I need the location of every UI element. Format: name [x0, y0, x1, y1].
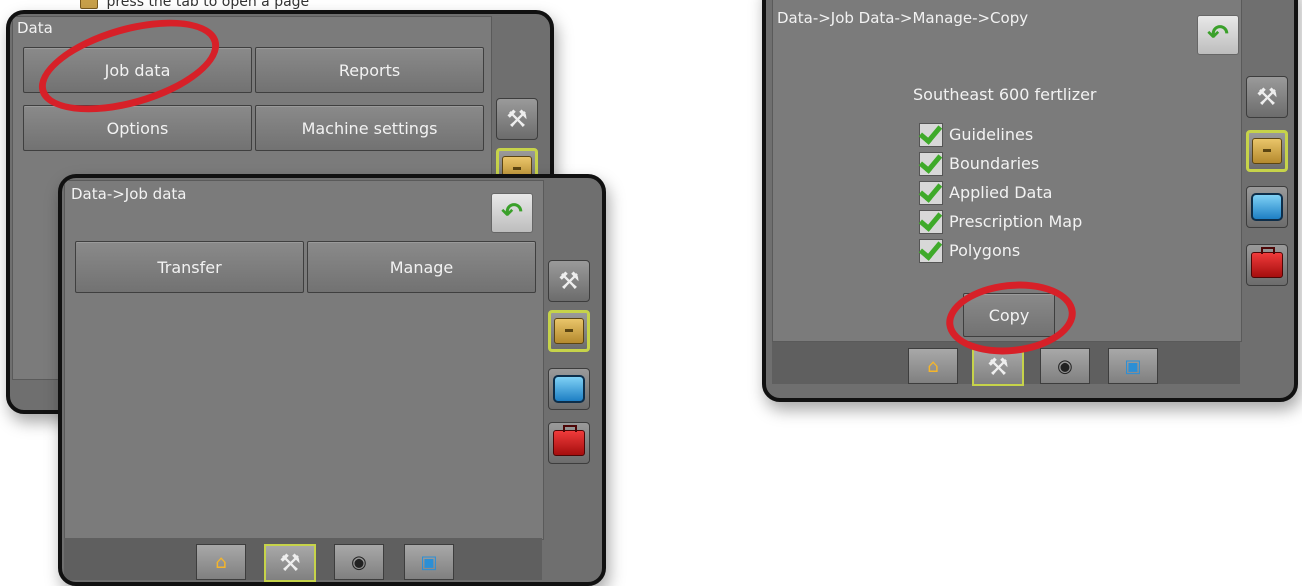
tools-icon: ⚒: [279, 549, 301, 577]
home-icon: ⌂: [927, 355, 939, 377]
console-icon: [553, 375, 585, 403]
tools-icon: ⚒: [558, 267, 580, 295]
checkbox-label: Guidelines: [949, 125, 1034, 144]
console-icon: [1251, 193, 1283, 221]
transfer-button[interactable]: Transfer: [75, 241, 304, 293]
gps-tab[interactable]: ◉: [1040, 348, 1090, 384]
tools-icon: ⚒: [506, 105, 528, 133]
manage-button[interactable]: Manage: [307, 241, 536, 293]
back-arrow-icon: ↶: [501, 198, 523, 228]
job-name: Southeast 600 fertlizer: [913, 85, 1097, 104]
reports-button[interactable]: Reports: [255, 47, 484, 93]
checkbox-boundaries[interactable]: Boundaries: [919, 149, 1082, 178]
network-icon: ▣: [1124, 355, 1142, 377]
checkmark-icon: [919, 180, 943, 205]
data-folder-icon: [554, 318, 584, 344]
toolbox-icon: [1251, 247, 1283, 278]
tools-icon: ⚒: [987, 353, 1009, 381]
job-data-panel: Data->Job data ↶ Transfer Manage: [64, 180, 544, 540]
checkbox-label: Prescription Map: [949, 212, 1083, 231]
checkbox-prescription-map[interactable]: Prescription Map: [919, 207, 1082, 236]
checkbox-polygons[interactable]: Polygons: [919, 236, 1082, 265]
checkbox-label: Polygons: [949, 241, 1021, 260]
console-tab[interactable]: [548, 368, 590, 410]
copy-item-list: Guidelines Boundaries Applied Data Presc…: [919, 120, 1082, 265]
toolbox-tab[interactable]: [1246, 244, 1288, 286]
page-title: Data: [17, 19, 53, 37]
tools-tab[interactable]: ⚒: [1246, 76, 1288, 118]
toolbox-tab[interactable]: [548, 422, 590, 464]
checkbox-label: Boundaries: [949, 154, 1040, 173]
gps-tab[interactable]: ◉: [334, 544, 384, 580]
home-icon: ⌂: [215, 551, 227, 573]
checkbox-label: Applied Data: [949, 183, 1053, 202]
back-arrow-icon: ↶: [1207, 20, 1229, 50]
page-title: Data->Job data: [71, 185, 187, 203]
gps-icon: ◉: [1057, 355, 1073, 377]
screen-copy: Data->Job Data->Manage->Copy ↶ Southeast…: [762, 0, 1298, 402]
checkmark-icon: [919, 122, 943, 147]
page-title: Data->Job Data->Manage->Copy: [777, 9, 1029, 27]
network-icon: ▣: [420, 551, 438, 573]
tools-tab[interactable]: ⚒: [496, 98, 538, 140]
caption-text: press the tab to open a page: [106, 0, 310, 10]
checkbox-guidelines[interactable]: Guidelines: [919, 120, 1082, 149]
console-tab[interactable]: [1246, 186, 1288, 228]
folder-icon: [80, 0, 98, 9]
toolbox-icon: [553, 425, 585, 456]
tools-bottom-tab[interactable]: ⚒: [264, 544, 316, 582]
back-button[interactable]: ↶: [1197, 15, 1239, 55]
data-tab[interactable]: [548, 310, 590, 352]
data-tab[interactable]: [1246, 130, 1288, 172]
checkmark-icon: [919, 238, 943, 263]
home-tab[interactable]: ⌂: [196, 544, 246, 580]
checkbox-applied-data[interactable]: Applied Data: [919, 178, 1082, 207]
machine-settings-button[interactable]: Machine settings: [255, 105, 484, 151]
tools-icon: ⚒: [1256, 83, 1278, 111]
checkmark-icon: [919, 209, 943, 234]
data-folder-icon: [1252, 138, 1282, 164]
options-button[interactable]: Options: [23, 105, 252, 151]
checkmark-icon: [919, 151, 943, 176]
network-tab[interactable]: ▣: [404, 544, 454, 580]
network-tab[interactable]: ▣: [1108, 348, 1158, 384]
home-tab[interactable]: ⌂: [908, 348, 958, 384]
tools-tab[interactable]: ⚒: [548, 260, 590, 302]
back-button[interactable]: ↶: [491, 193, 533, 233]
screen-job-data: Data->Job data ↶ Transfer Manage ⚒ ⌂ ⚒ ◉…: [58, 174, 606, 586]
gps-icon: ◉: [351, 551, 367, 573]
caption: press the tab to open a page: [80, 0, 309, 10]
